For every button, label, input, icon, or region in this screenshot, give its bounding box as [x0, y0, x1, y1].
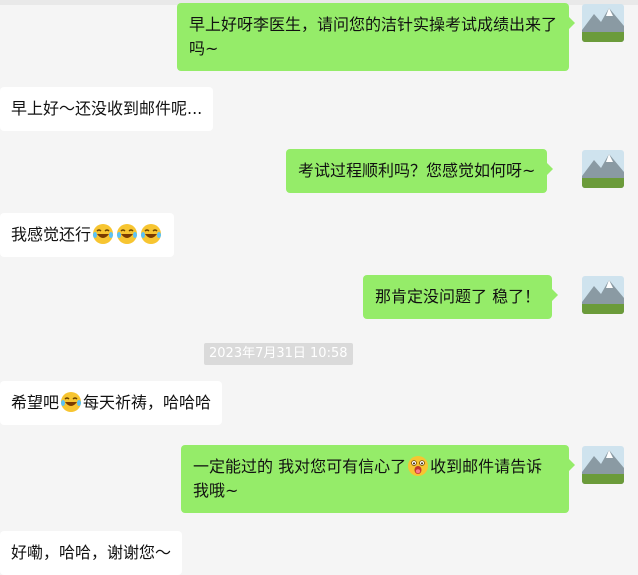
message-text: 那肯定没问题了 稳了！ [375, 287, 541, 306]
timestamp: 2023年7月31日 10:58 [204, 343, 353, 365]
message-text: 早上好呀李医生，请问您的洁针实操考试成绩出来了吗~ [189, 15, 558, 58]
message-text: 好嘞，哈哈，谢谢您～ [11, 543, 172, 562]
avatar[interactable] [582, 276, 624, 314]
message-text: 早上好～还没收到邮件呢... [11, 99, 203, 118]
mountain-avatar-icon [582, 150, 624, 188]
message-incoming-6[interactable]: 希望吧 每天祈祷，哈哈哈 [0, 381, 223, 425]
message-outgoing-5[interactable]: 那肯定没问题了 稳了！ [363, 275, 559, 319]
laughing-tears-emoji-icon [61, 392, 82, 412]
message-text: 我感觉还行 [11, 225, 92, 244]
avatar[interactable] [582, 150, 624, 188]
laughing-tears-emoji-icon [141, 224, 162, 244]
message-text-before: 希望吧 [11, 393, 60, 412]
mountain-avatar-icon [582, 4, 624, 42]
message-outgoing-3[interactable]: 考试过程顺利吗？您感觉如何呀~ [286, 149, 554, 193]
message-text-after: 每天祈祷，哈哈哈 [83, 393, 212, 412]
mountain-avatar-icon [582, 276, 624, 314]
message-text-before: 一定能过的 我对您可有信心了 [193, 457, 407, 476]
mountain-avatar-icon [582, 446, 624, 484]
laughing-tears-emoji-icon [117, 224, 138, 244]
surprised-emoji-icon [408, 456, 429, 476]
message-outgoing-1[interactable]: 早上好呀李医生，请问您的洁针实操考试成绩出来了吗~ [177, 3, 575, 71]
avatar[interactable] [582, 446, 624, 484]
message-incoming-4[interactable]: 我感觉还行 [0, 213, 175, 257]
message-outgoing-7[interactable]: 一定能过的 我对您可有信心了 收到邮件请告诉我哦~ [181, 445, 575, 513]
message-incoming-8[interactable]: 好嘞，哈哈，谢谢您～ [0, 531, 183, 575]
message-incoming-2[interactable]: 早上好～还没收到邮件呢... [0, 87, 214, 131]
laughing-tears-emoji-icon [93, 224, 114, 244]
avatar[interactable] [582, 4, 624, 42]
message-text: 考试过程顺利吗？您感觉如何呀~ [298, 161, 536, 180]
